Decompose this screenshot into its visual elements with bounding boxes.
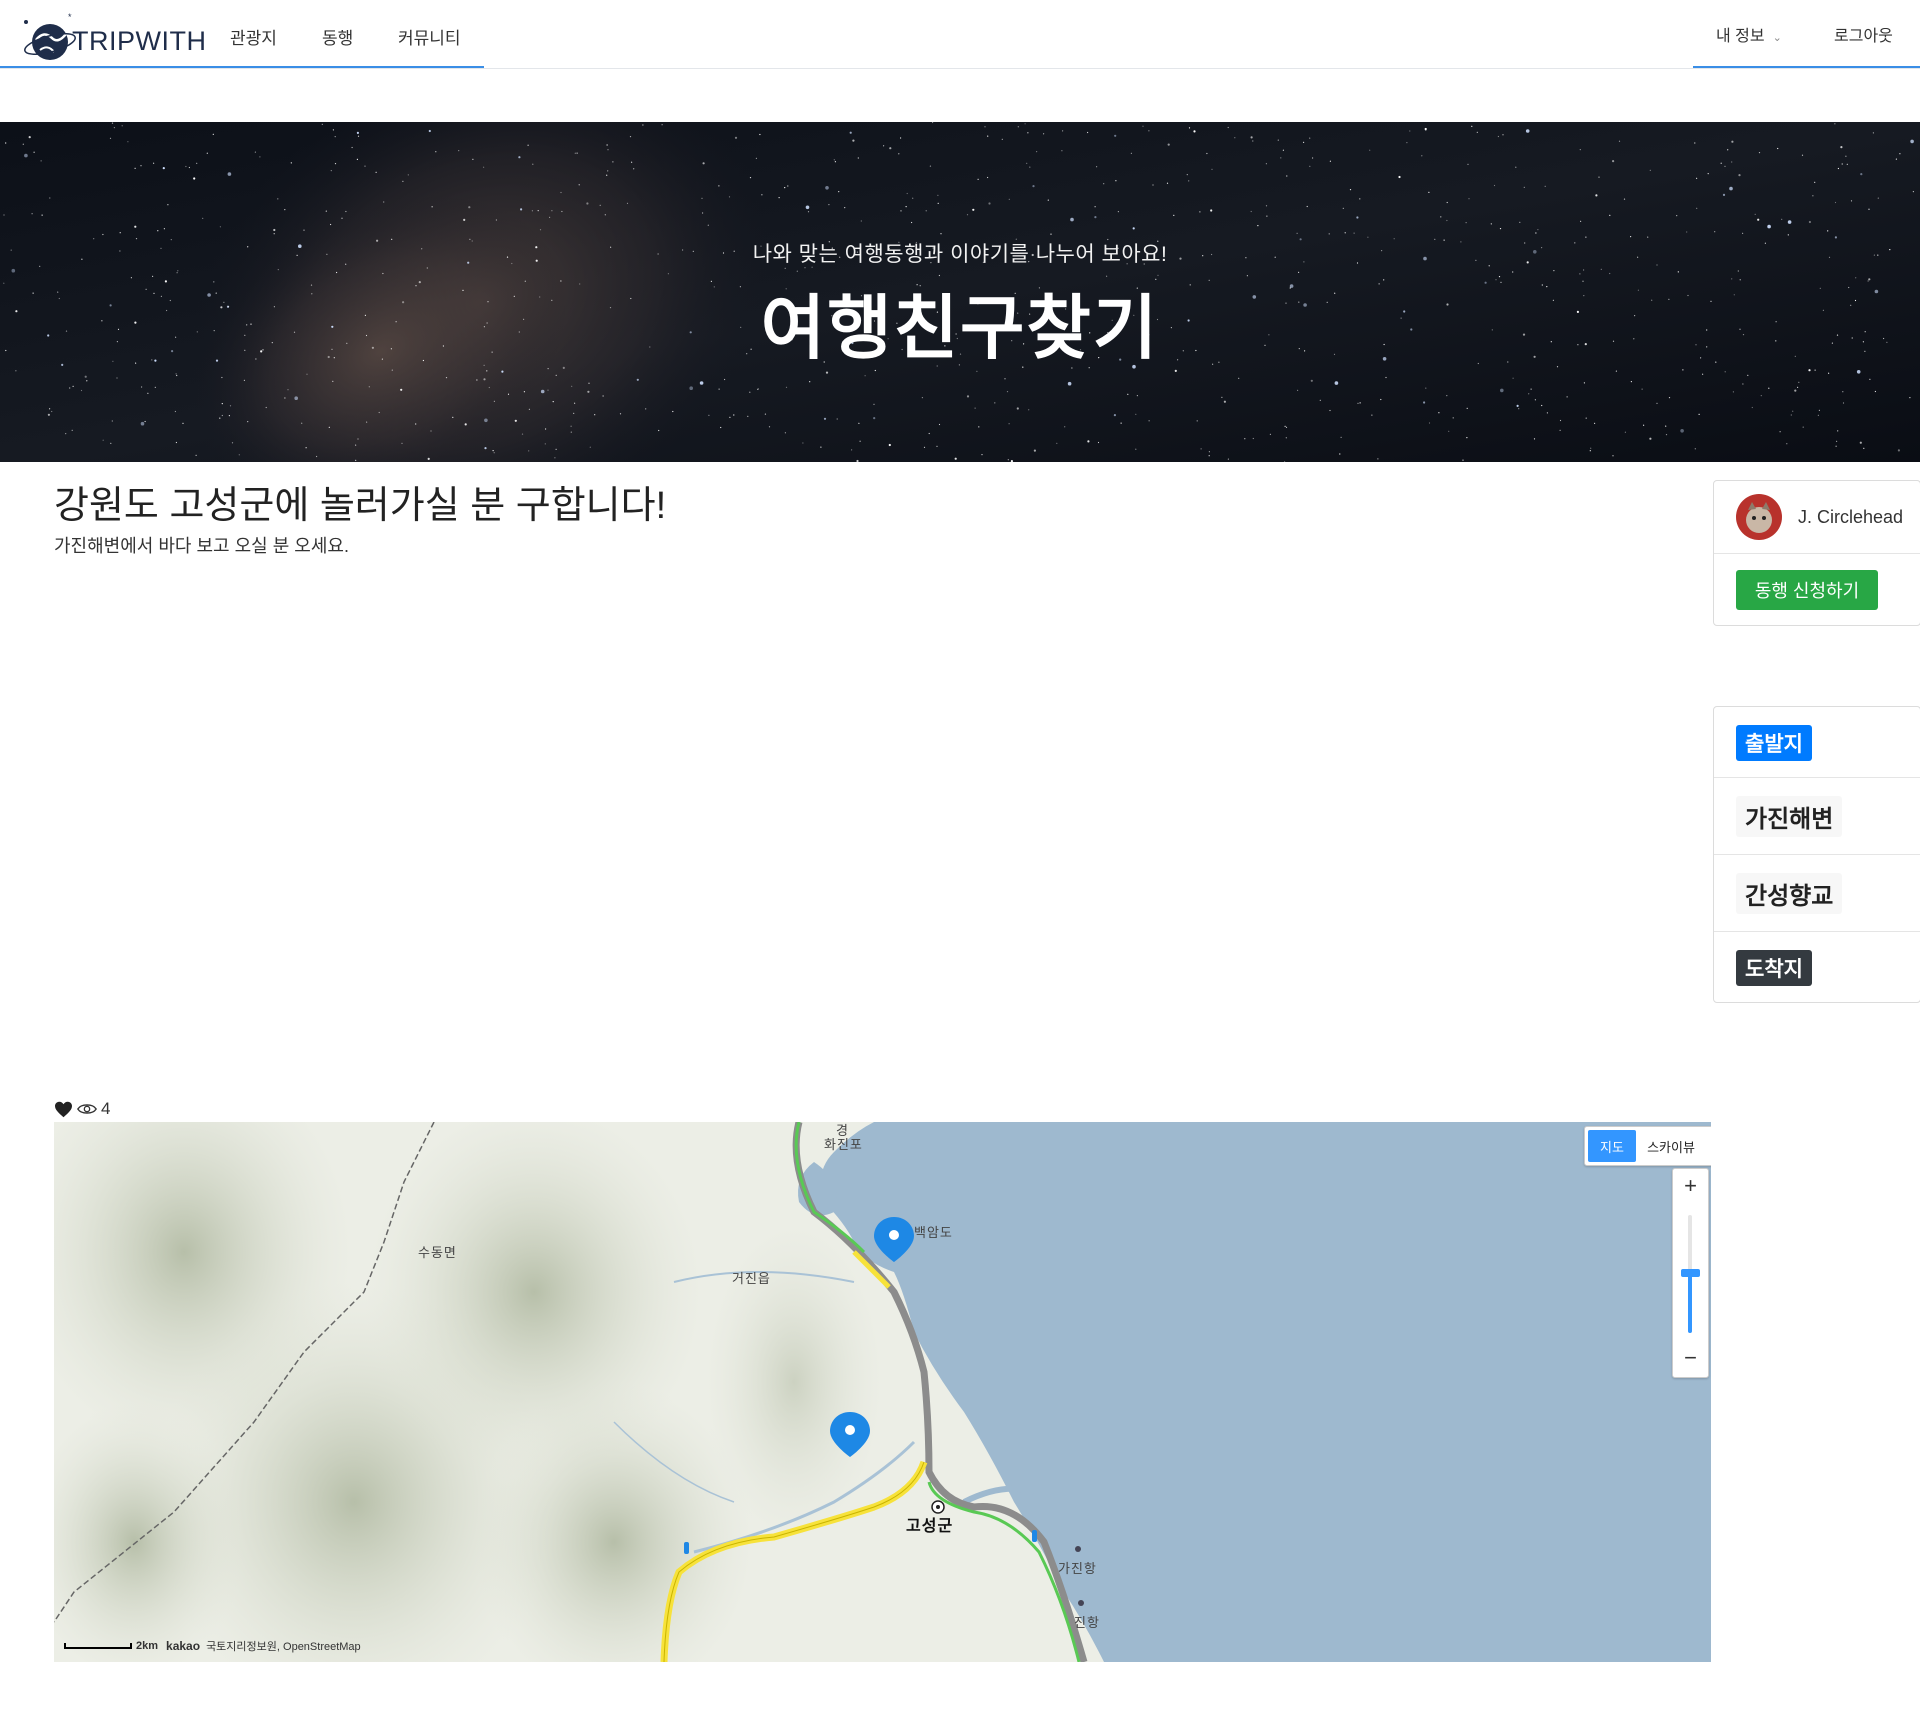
map-label: 백암도 <box>914 1225 953 1240</box>
eye-icon <box>77 1104 97 1114</box>
route-list-card: 출발지 가진해변 간성향교 도착지 <box>1713 706 1920 1003</box>
avatar[interactable] <box>1736 494 1782 540</box>
chevron-down-icon: ⌄ <box>1772 32 1782 44</box>
post-title: 강원도 고성군에 놀러가실 분 구합니다! <box>54 485 667 527</box>
skyview-button[interactable]: 스카이뷰 <box>1636 1130 1706 1162</box>
zoom-slider-fill <box>1688 1275 1692 1333</box>
post-stats: 4 <box>54 1099 110 1119</box>
zoom-in-button[interactable]: + <box>1673 1169 1708 1203</box>
route-item-stop-1[interactable]: 가진해변 <box>1714 778 1920 855</box>
scale-bar <box>64 1643 132 1649</box>
cat-avatar-icon <box>1736 494 1782 540</box>
map-footer: 2km kakao 국토지리정보원, OpenStreetMap <box>64 1638 361 1654</box>
apply-companion-button[interactable]: 동행 신청하기 <box>1736 570 1878 610</box>
route-item-stop-2[interactable]: 간성향교 <box>1714 855 1920 932</box>
my-info-dropdown[interactable]: 내 정보 ⌄ <box>1716 22 1782 46</box>
map-type-toggle: 지도 스카이뷰 <box>1584 1126 1711 1166</box>
map-label: 고성군 <box>906 1518 954 1535</box>
post-description: 가진해변에서 바다 보고 오실 분 오세요. <box>54 536 349 556</box>
svg-text:*: * <box>68 12 72 22</box>
logo-text: TRIPWITH <box>72 25 207 56</box>
kakao-logo[interactable]: kakao <box>166 1639 200 1653</box>
top-navbar: * TRIPWITH 관광지 동행 커뮤니티 내 정보 ⌄ 로그아웃 <box>0 0 1920 69</box>
author-card: J. Circlehead 동행 신청하기 <box>1713 480 1920 626</box>
end-badge: 도착지 <box>1736 950 1812 986</box>
nav-link-attractions[interactable]: 관광지 <box>230 24 277 49</box>
map-attribution: 국토지리정보원, OpenStreetMap <box>206 1641 361 1653</box>
view-count: 4 <box>101 1099 111 1118</box>
map-label: 수동면 <box>418 1245 457 1260</box>
scale-label: 2km <box>136 1640 159 1652</box>
heart-icon[interactable] <box>54 1101 73 1118</box>
nav-active-underline <box>0 66 484 68</box>
nav-right-underline <box>1693 66 1920 68</box>
stop-badge: 간성향교 <box>1736 873 1843 914</box>
map-label: 가진항 <box>1058 1561 1097 1576</box>
map-view-button[interactable]: 지도 <box>1588 1130 1636 1162</box>
hero-banner: 나와 맞는 여행동행과 이야기를 나누어 보아요! 여행친구찾기 <box>0 122 1920 462</box>
stop-badge: 가진해변 <box>1736 796 1843 837</box>
logout-link[interactable]: 로그아웃 <box>1834 22 1893 46</box>
my-info-label: 내 정보 <box>1716 28 1765 45</box>
zoom-out-button[interactable]: − <box>1673 1341 1708 1375</box>
nav-link-companion[interactable]: 동행 <box>322 24 353 49</box>
map-base-layer <box>54 1122 1711 1662</box>
start-badge: 출발지 <box>1736 725 1812 761</box>
zoom-control: + − <box>1672 1168 1709 1378</box>
hero-title: 여행친구찾기 <box>760 289 1160 367</box>
zoom-slider-thumb[interactable] <box>1681 1269 1700 1277</box>
map-label: 진항 <box>1074 1615 1100 1630</box>
map-label: 경 <box>836 1123 849 1138</box>
author-name[interactable]: J. Circlehead <box>1798 507 1903 528</box>
route-map[interactable]: 수동면 거진읍 백암도 고성군 가진항 화진포 경 진항 지도 스카이뷰 + −… <box>54 1122 1711 1662</box>
route-item-start[interactable]: 출발지 <box>1714 707 1920 778</box>
hero-subtitle: 나와 맞는 여행동행과 이야기를 나누어 보아요! <box>752 243 1168 266</box>
nav-link-community[interactable]: 커뮤니티 <box>398 24 461 49</box>
globe-logo-icon: * <box>24 12 76 60</box>
tripwith-logo[interactable]: * TRIPWITH <box>22 10 206 66</box>
author-row: J. Circlehead <box>1714 481 1920 554</box>
map-label: 거진읍 <box>732 1271 771 1286</box>
route-item-end[interactable]: 도착지 <box>1714 932 1920 1002</box>
